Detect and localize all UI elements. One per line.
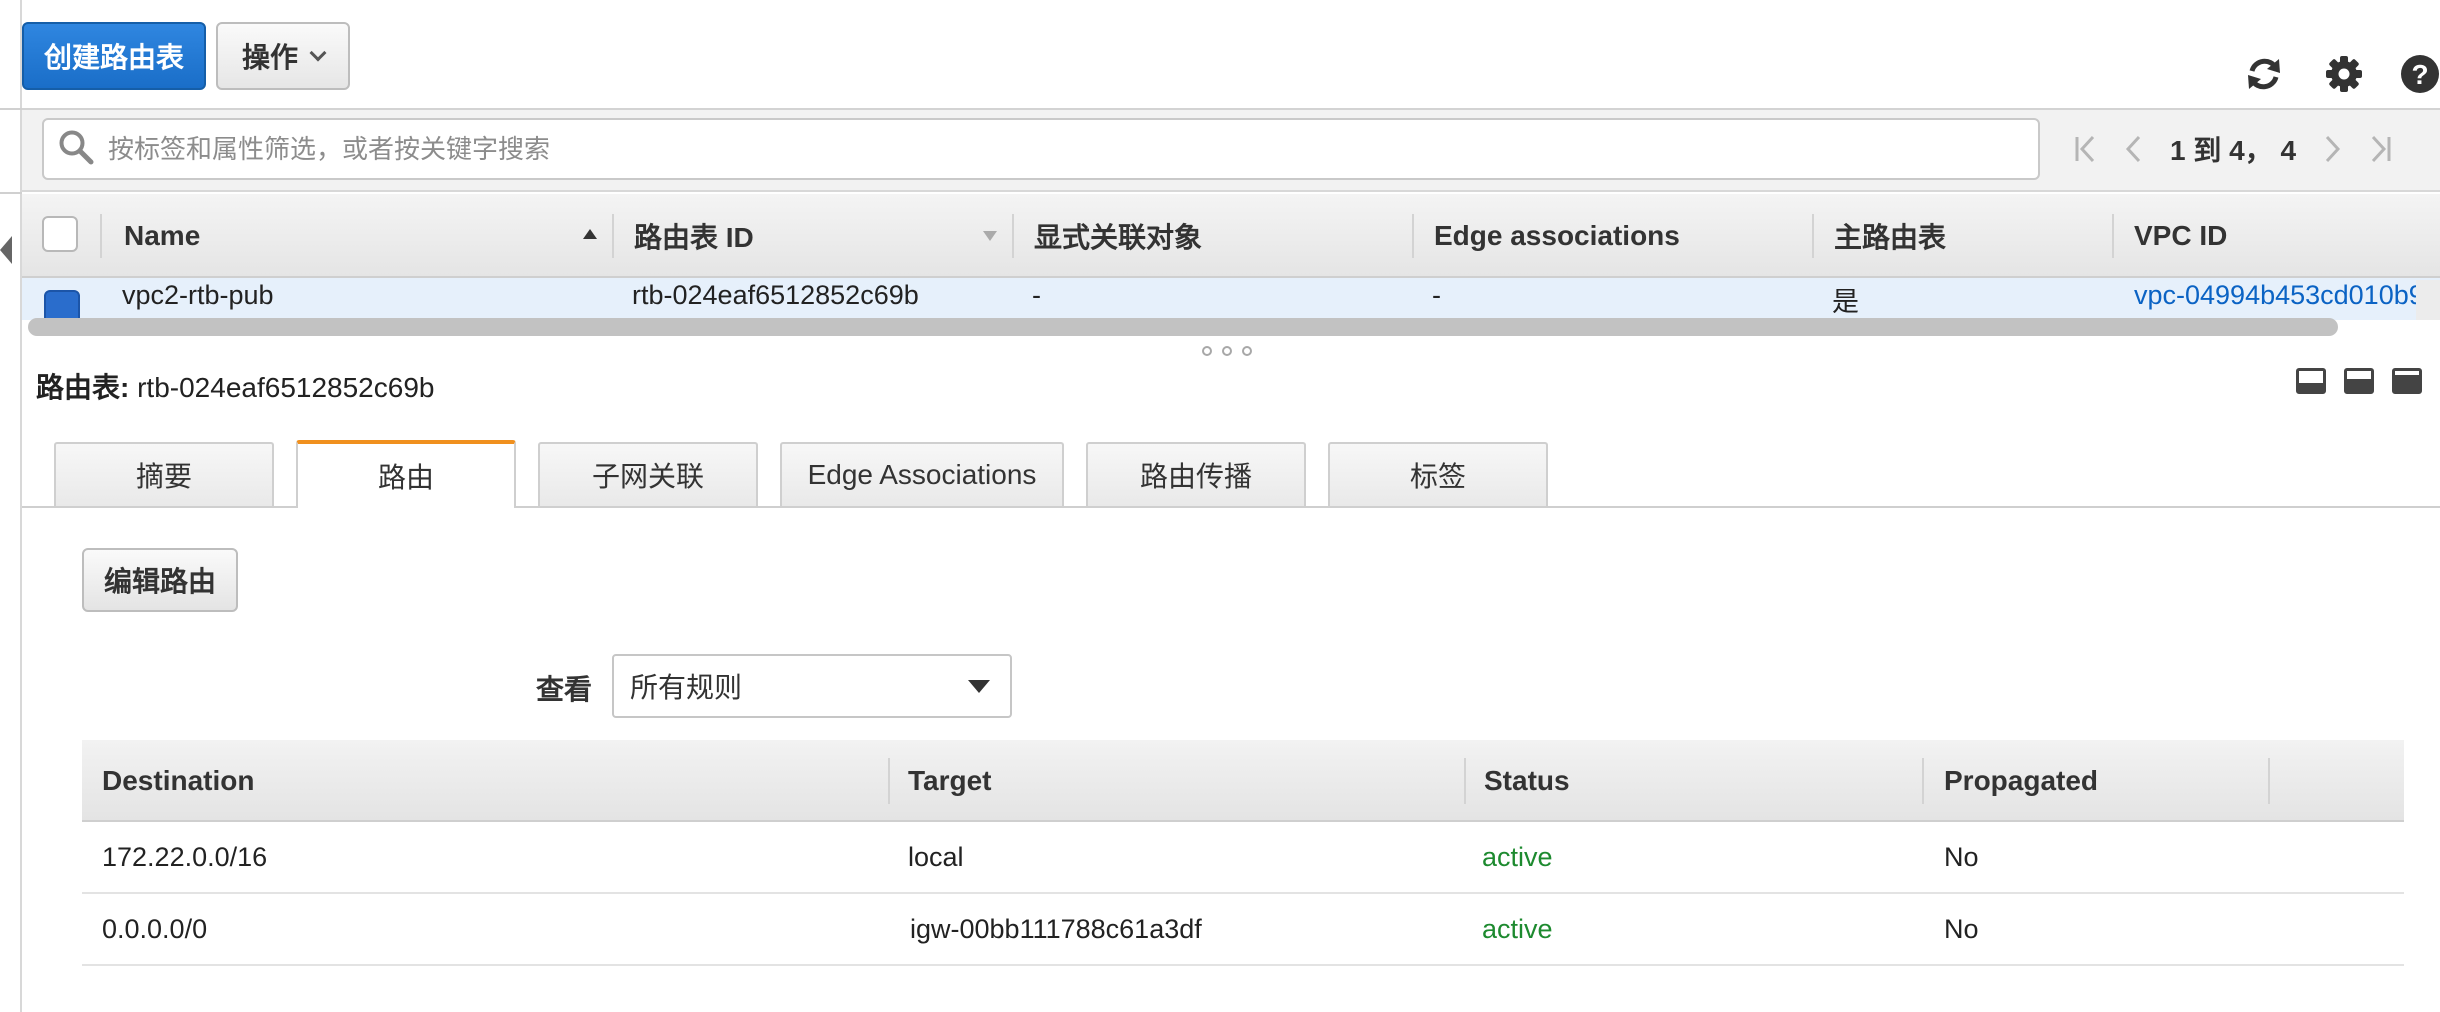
prev-page-icon[interactable]: [2110, 125, 2158, 173]
horizontal-scrollbar[interactable]: [28, 318, 2338, 336]
cell-explicit-associations: -: [1032, 280, 1041, 310]
cell-main: 是: [1832, 287, 1859, 317]
detail-label: 路由表:: [36, 372, 130, 403]
column-separator: [1812, 214, 1814, 258]
help-icon[interactable]: ?: [2398, 52, 2440, 96]
column-separator: [1012, 214, 1014, 258]
view-filter-value: 所有规则: [630, 672, 743, 703]
cell-edge-associations: -: [1432, 280, 1441, 310]
detail-tabs: 摘要 路由 子网关联 Edge Associations 路由传播 标签: [22, 440, 2440, 508]
divider: [0, 108, 22, 110]
cell-target: local: [908, 841, 964, 872]
panel-size-small-icon[interactable]: [2296, 368, 2326, 394]
column-header-route-table-id[interactable]: 路由表 ID: [634, 194, 754, 278]
handle-dot: [1202, 346, 1212, 356]
search-box[interactable]: [42, 118, 2040, 180]
routes-table: Destination Target Status Propagated 172…: [82, 740, 2404, 966]
next-page-icon[interactable]: [2308, 125, 2356, 173]
column-header-propagated: Propagated: [1944, 765, 2099, 796]
column-header-name[interactable]: Name: [124, 194, 200, 278]
panel-size-medium-icon[interactable]: [2344, 368, 2374, 394]
tab-subnet-associations[interactable]: 子网关联: [538, 442, 758, 506]
tab-edge-associations[interactable]: Edge Associations: [780, 442, 1064, 506]
column-separator: [612, 214, 614, 258]
cell-propagated: No: [1944, 841, 1979, 872]
table-row[interactable]: vpc2-rtb-pub rtb-024eaf6512852c69b - - 是…: [22, 278, 2440, 320]
column-separator: [1412, 214, 1414, 258]
left-sidebar-edge: [0, 0, 22, 1012]
column-separator: [888, 758, 890, 804]
select-all-checkbox[interactable]: [42, 216, 78, 252]
column-header-explicit-associations[interactable]: 显式关联对象: [1034, 194, 1202, 278]
pagination: 1 到 4， 4: [2062, 118, 2404, 180]
cell-name: vpc2-rtb-pub: [122, 280, 274, 310]
cell-route-table-id: rtb-024eaf6512852c69b: [632, 280, 919, 310]
column-header-main[interactable]: 主路由表: [1834, 194, 1946, 278]
create-route-table-button[interactable]: 创建路由表: [22, 22, 206, 90]
sort-asc-icon[interactable]: [582, 228, 598, 240]
tab-route-propagation[interactable]: 路由传播: [1086, 442, 1306, 506]
handle-dot: [1242, 346, 1252, 356]
column-header-destination: Destination: [102, 765, 255, 796]
collapse-sidebar-icon[interactable]: [0, 236, 12, 264]
route-row: 0.0.0.0/0 igw-00bb111788c61a3df active N…: [82, 894, 2404, 966]
target-link[interactable]: igw-00bb111788c61a3df: [910, 894, 1202, 964]
column-separator: [1922, 758, 1924, 804]
column-header-target: Target: [908, 765, 992, 796]
svg-text:?: ?: [2411, 59, 2428, 90]
column-separator: [1464, 758, 1466, 804]
divider: [0, 192, 22, 194]
tab-routes[interactable]: 路由: [296, 440, 516, 508]
column-header-edge-associations[interactable]: Edge associations: [1434, 194, 1680, 278]
last-page-icon[interactable]: [2356, 125, 2404, 173]
sort-desc-icon[interactable]: [982, 230, 998, 242]
route-row: 172.22.0.0/16 local active No: [82, 822, 2404, 894]
handle-dot: [1222, 346, 1232, 356]
tab-tags[interactable]: 标签: [1328, 442, 1548, 506]
vpc-id-link[interactable]: vpc-04994b453cd010b9: [2134, 280, 2424, 311]
column-header-vpc-id[interactable]: VPC ID: [2134, 194, 2227, 278]
view-filter-select[interactable]: 所有规则: [612, 654, 1012, 718]
cell-propagated: No: [1944, 913, 1979, 944]
actions-dropdown-button[interactable]: 操作: [216, 22, 350, 90]
routes-table-header: Destination Target Status Propagated: [82, 740, 2404, 822]
filter-bar: 1 到 4， 4: [22, 110, 2440, 192]
panel-resize-handle[interactable]: [1202, 346, 1252, 356]
column-separator: [100, 214, 102, 258]
search-input[interactable]: [108, 133, 2038, 165]
row-checkbox[interactable]: [44, 290, 80, 320]
edit-routes-button[interactable]: 编辑路由: [82, 548, 238, 612]
refresh-icon[interactable]: [2242, 52, 2286, 96]
cell-destination: 0.0.0.0/0: [102, 913, 208, 944]
dropdown-caret-icon: [968, 680, 990, 693]
column-header-status: Status: [1484, 765, 1570, 796]
gear-icon[interactable]: [2322, 52, 2366, 96]
panel-size-large-icon[interactable]: [2392, 368, 2422, 394]
detail-title: 路由表: rtb-024eaf6512852c69b: [36, 366, 434, 406]
vertical-scrollbar[interactable]: [2416, 280, 2440, 320]
view-label: 查看: [536, 674, 593, 705]
cell-destination: 172.22.0.0/16: [102, 841, 268, 872]
route-tables-table: Name 路由表 ID 显式关联对象 Edge associations 主路由…: [22, 194, 2440, 320]
cell-status: active: [1482, 913, 1553, 944]
column-separator: [2268, 758, 2270, 804]
first-page-icon[interactable]: [2062, 125, 2110, 173]
cell-status: active: [1482, 841, 1553, 872]
pagination-text: 1 到 4， 4: [2170, 135, 2297, 166]
detail-value: rtb-024eaf6512852c69b: [137, 372, 435, 403]
tab-summary[interactable]: 摘要: [54, 442, 274, 506]
table-header: Name 路由表 ID 显式关联对象 Edge associations 主路由…: [22, 194, 2440, 278]
search-icon: [58, 129, 94, 170]
chevron-down-icon: [309, 44, 327, 62]
column-separator: [2112, 214, 2114, 258]
actions-label: 操作: [241, 42, 298, 73]
